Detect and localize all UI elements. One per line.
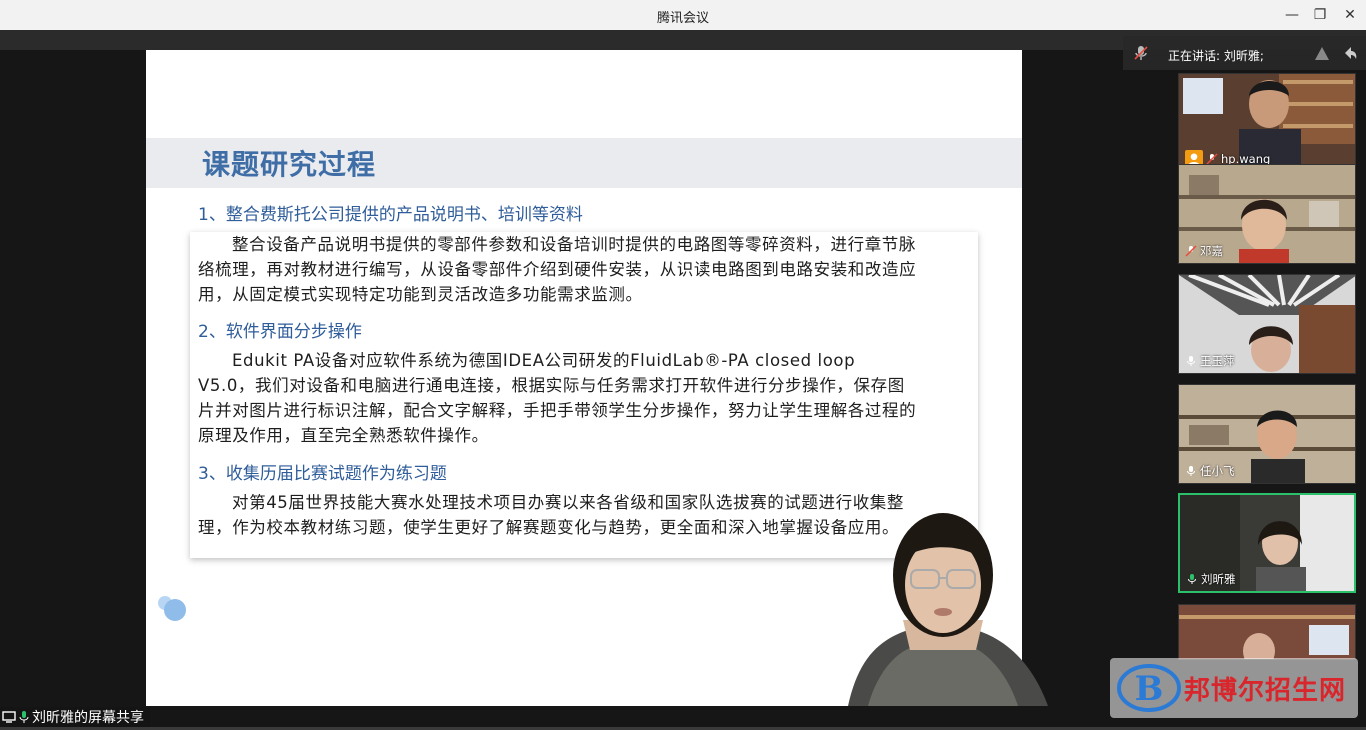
participant-name-text-2: 邓嘉 <box>1200 244 1223 258</box>
section-body-2: Edukit PA设备对应软件系统为德国IDEA公司研发的FluidLab®-P… <box>198 351 917 445</box>
window-title: 腾讯会议 <box>656 11 709 26</box>
svg-text:B: B <box>1135 669 1164 709</box>
section-heading-3: 3、收集历届比赛试题作为练习题 <box>198 464 447 484</box>
watermark: B 邦博尔招生网 <box>1110 658 1358 718</box>
presenter-webcam <box>808 490 1076 706</box>
participant-name-text-5: 刘昕雅 <box>1201 572 1236 586</box>
participant-tile-4[interactable]: 任小飞 <box>1178 384 1356 484</box>
mic-active-icon <box>19 711 29 723</box>
mic-muted-icon <box>1185 245 1197 257</box>
slide-title: 课题研究过程 <box>202 148 377 181</box>
speaking-indicator: 正在讲话: 刘昕雅; <box>1123 36 1366 70</box>
mic-icon <box>1187 356 1195 366</box>
decor-dot <box>164 599 186 621</box>
minimize-button[interactable]: — <box>1282 5 1302 25</box>
participant-tile-6[interactable] <box>1178 604 1356 660</box>
section-body-1: 整合设备产品说明书提供的零部件参数和设备培训时提供的电路图等零碎资料，进行章节脉… <box>198 235 917 304</box>
participant-name-5: 刘昕雅 <box>1186 571 1236 587</box>
participant-name-2: 邓嘉 <box>1185 243 1223 259</box>
watermark-text: 邦博尔招生网 <box>1184 676 1347 706</box>
mic-muted-icon <box>1134 46 1148 60</box>
participant-name-text-3: 王玉萍 <box>1200 354 1235 368</box>
participant-name-3: 王玉萍 <box>1185 353 1235 369</box>
participant-tile-2[interactable]: 邓嘉 <box>1178 164 1356 264</box>
screen-share-label: 刘昕雅的屏幕共享 <box>0 707 150 727</box>
window-titlebar: 腾讯会议 — ❐ ✕ <box>0 0 1366 30</box>
restore-button[interactable]: ❐ <box>1310 5 1330 25</box>
participant-tile-3[interactable]: 王玉萍 <box>1178 274 1356 374</box>
layout-toggle-icon[interactable] <box>1313 44 1331 62</box>
collapse-arrow-icon[interactable] <box>1341 44 1359 62</box>
speaking-text: 正在讲话: 刘昕雅; <box>1168 49 1264 63</box>
participant-name-text-4: 任小飞 <box>1200 464 1235 478</box>
close-button[interactable]: ✕ <box>1340 5 1360 25</box>
participant-tile-1[interactable]: hp.wang <box>1178 73 1356 173</box>
watermark-logo-icon: B <box>1117 664 1181 712</box>
section-heading-1: 1、整合费斯托公司提供的产品说明书、培训等资料 <box>198 205 583 225</box>
screen-share-icon <box>2 711 16 723</box>
section-heading-2: 2、软件界面分步操作 <box>198 322 362 342</box>
screen-share-text: 刘昕雅的屏幕共享 <box>32 710 144 726</box>
mic-active-icon <box>1188 574 1196 584</box>
mic-icon <box>1187 466 1195 476</box>
participant-tile-5[interactable]: 刘昕雅 <box>1178 493 1356 593</box>
participant-video-6 <box>1179 605 1355 659</box>
participant-name-4: 任小飞 <box>1185 463 1235 479</box>
